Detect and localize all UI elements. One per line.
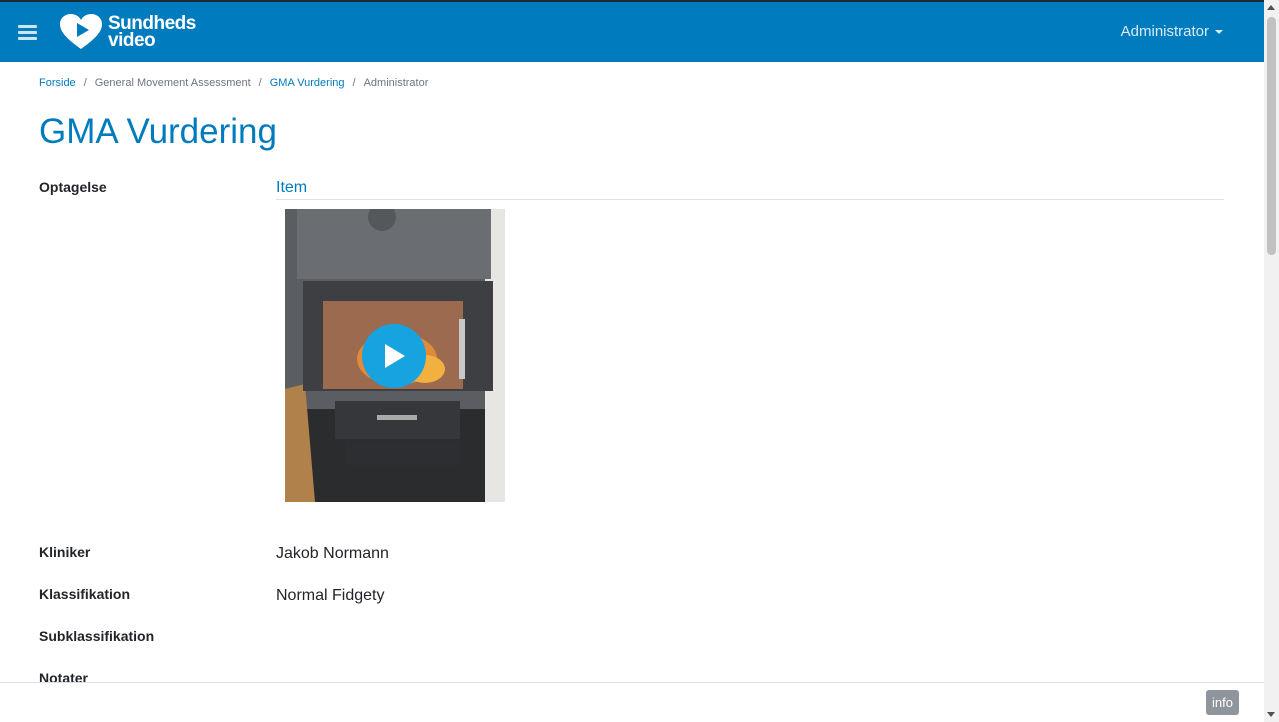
breadcrumb-item-general-movement-assessment: General Movement Assessment: [94, 77, 251, 89]
logo-text: Sundheds video: [108, 14, 196, 51]
breadcrumb: Forside / General Movement Assessment / GMA …: [39, 77, 428, 89]
clinician-value: Jakob Normann: [276, 545, 389, 562]
breadcrumb-item-current: Administrator: [363, 77, 429, 89]
user-menu-label: Administrator: [1120, 23, 1209, 40]
breadcrumb-separator: /: [83, 77, 87, 89]
recording-label: Optagelse: [39, 179, 107, 195]
hamburger-menu-icon[interactable]: [18, 25, 37, 41]
page-title: GMA Vurdering: [39, 112, 277, 151]
breadcrumb-separator: /: [258, 77, 262, 89]
scroll-down-arrow-icon[interactable]: [1267, 712, 1275, 717]
tab-item[interactable]: Item: [276, 179, 307, 197]
breadcrumb-link-gma-vurdering[interactable]: GMA Vurdering: [270, 77, 345, 89]
footer-bar: info: [0, 682, 1264, 722]
play-button[interactable]: [362, 324, 426, 388]
scroll-up-arrow-icon[interactable]: [1267, 5, 1275, 10]
breadcrumb-link-forside[interactable]: Forside: [39, 77, 76, 89]
classification-label: Klassifikation: [39, 586, 131, 602]
caret-down-icon: [1215, 30, 1223, 35]
heart-play-logo-icon: [60, 14, 102, 49]
breadcrumb-separator: /: [352, 77, 356, 89]
subclassification-label: Subklassifikation: [39, 628, 155, 644]
sundhedsvideo-logo[interactable]: Sundheds video: [59, 14, 196, 50]
clinician-label: Kliniker: [39, 544, 91, 560]
play-icon: [385, 344, 405, 368]
scrollbar-thumb[interactable]: [1267, 17, 1276, 255]
logo-line-2: video: [108, 30, 156, 51]
info-button[interactable]: info: [1206, 690, 1239, 715]
vertical-scrollbar[interactable]: [1264, 0, 1279, 722]
user-menu-dropdown[interactable]: Administrator: [1121, 23, 1223, 40]
top-navbar: Sundheds video Administrator: [0, 0, 1264, 62]
classification-value: Normal Fidgety: [276, 587, 385, 604]
